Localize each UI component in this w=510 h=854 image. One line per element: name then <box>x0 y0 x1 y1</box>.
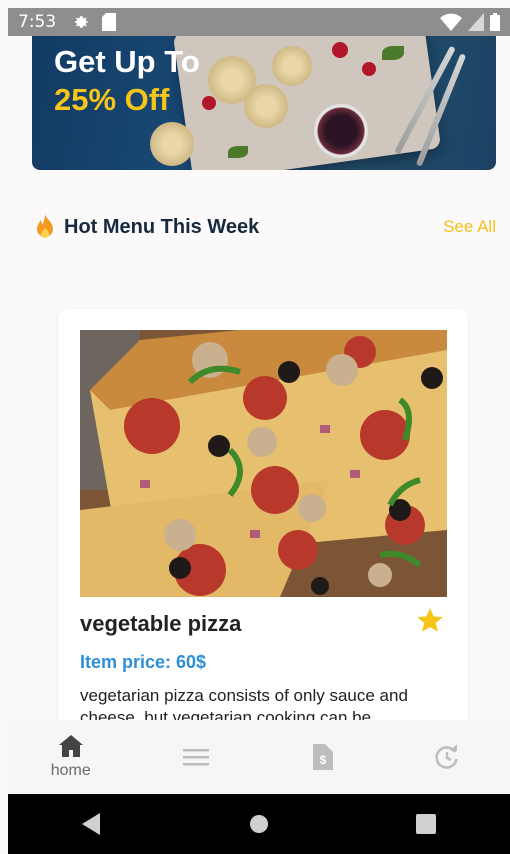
pizza-illustration <box>80 330 447 597</box>
sd-card-icon <box>102 13 117 31</box>
banner-leaf <box>382 46 404 60</box>
status-bar: 7:53 <box>8 8 510 36</box>
menu-icon <box>183 749 210 766</box>
star-icon[interactable] <box>416 607 444 635</box>
banner-berry <box>362 62 376 76</box>
see-all-link[interactable]: See All <box>443 217 496 237</box>
banner-leaf <box>228 146 248 158</box>
gear-icon <box>75 16 88 28</box>
svg-text:$: $ <box>319 753 326 767</box>
recents-icon[interactable] <box>416 814 437 834</box>
banner-berry <box>202 96 216 110</box>
system-navigation-bar <box>8 794 510 854</box>
bottom-navigation: home $ <box>8 720 510 794</box>
banner-cracker <box>150 122 194 166</box>
section-header: Hot Menu This Week See All <box>34 212 496 242</box>
back-icon[interactable] <box>81 813 102 835</box>
section-title: Hot Menu This Week <box>64 215 260 238</box>
battery-icon <box>490 13 500 31</box>
invoice-icon: $ <box>312 744 333 770</box>
nav-item-invoice[interactable]: $ <box>272 744 372 770</box>
banner-bowl <box>314 104 368 158</box>
home-icon <box>58 735 83 757</box>
nav-item-home[interactable]: home <box>21 734 121 780</box>
banner-berry <box>332 42 348 58</box>
nav-item-menu[interactable] <box>146 747 246 767</box>
product-card[interactable]: vegetable pizza Item price: 60$ vegetari… <box>58 309 468 749</box>
wifi-icon <box>440 13 462 31</box>
banner-cracker <box>244 84 288 128</box>
home-circle-icon[interactable] <box>249 814 269 834</box>
product-price: Item price: 60$ <box>80 652 207 672</box>
product-name: vegetable pizza <box>80 611 242 636</box>
nav-item-history[interactable] <box>397 744 497 770</box>
nav-home-label: home <box>50 762 91 779</box>
banner-title: Get Up To <box>54 44 200 79</box>
promo-banner[interactable]: Get Up To 25% Off <box>32 36 496 170</box>
banner-discount: 25% Off <box>54 82 170 117</box>
banner-cracker <box>272 46 312 86</box>
pizza-image <box>80 330 447 597</box>
history-icon <box>435 744 458 769</box>
signal-icon <box>468 13 484 31</box>
status-time: 7:53 <box>18 12 57 32</box>
fire-icon <box>37 214 53 238</box>
